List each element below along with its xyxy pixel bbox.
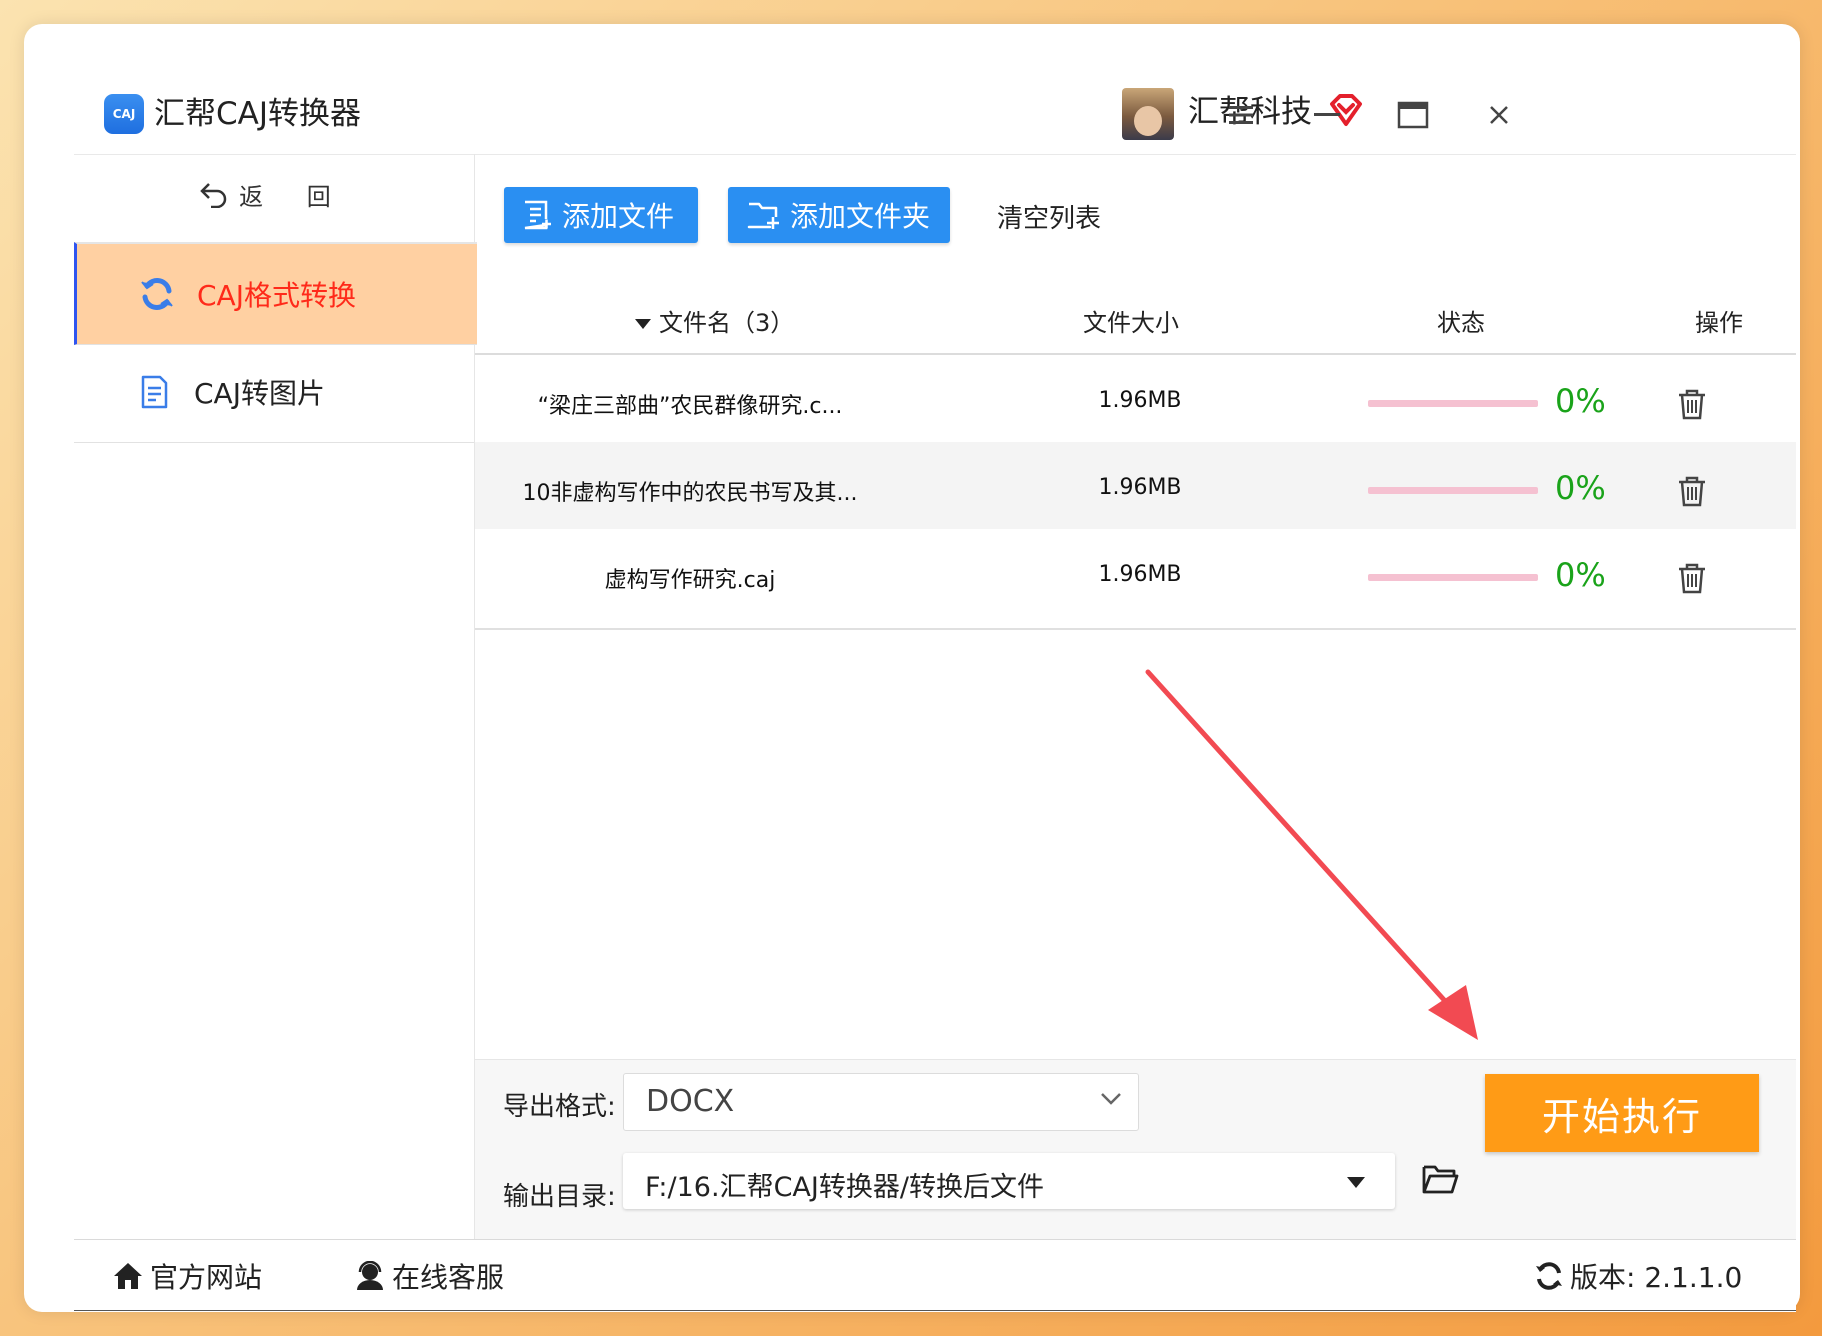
menu-icon	[1229, 106, 1253, 124]
title-bar: CAJ 汇帮CAJ转换器 汇帮科技	[74, 74, 1796, 155]
trash-icon[interactable]	[1675, 561, 1709, 595]
close-button[interactable]	[1476, 92, 1522, 138]
customer-service-icon	[357, 1261, 383, 1290]
progress-bar	[1368, 487, 1538, 494]
maximize-icon	[1397, 101, 1429, 129]
file-size: 1.96MB	[1098, 388, 1182, 413]
settings-panel: 导出格式: DOCX 输出目录: F:/16.汇帮CAJ转换器/转换后文件 开始…	[475, 1059, 1796, 1240]
add-file-button[interactable]: 添加文件	[504, 187, 698, 243]
folder-open-icon[interactable]	[1421, 1162, 1459, 1196]
progress-percent: 0%	[1555, 382, 1606, 420]
column-header-name-label: 文件名（3）	[659, 309, 795, 337]
file-name: 10非虚构写作中的农民书写及其...	[522, 481, 858, 506]
refresh-convert-icon	[141, 278, 173, 310]
version-label: 版本: 2.1.1.0	[1570, 1261, 1743, 1294]
output-directory-value: F:/16.汇帮CAJ转换器/转换后文件	[645, 1172, 1044, 1203]
minimize-button[interactable]	[1304, 92, 1350, 138]
trash-icon[interactable]	[1675, 474, 1709, 508]
version-info[interactable]: 版本: 2.1.1.0	[1534, 1256, 1742, 1296]
home-icon	[114, 1263, 142, 1289]
back-button[interactable]: 返 回	[74, 154, 474, 234]
user-avatar[interactable]	[1122, 88, 1174, 140]
add-folder-button[interactable]: 添加文件夹	[728, 187, 950, 243]
column-header-status: 状态	[1437, 309, 1485, 337]
online-service-link[interactable]: 在线客服	[354, 1256, 504, 1296]
progress-percent: 0%	[1555, 556, 1606, 594]
file-size: 1.96MB	[1098, 562, 1182, 587]
column-header-size: 文件大小	[1083, 309, 1179, 337]
refresh-icon	[1536, 1262, 1562, 1290]
app-title: 汇帮CAJ转换器	[154, 96, 361, 132]
file-size: 1.96MB	[1098, 475, 1182, 500]
dropdown-arrow-icon	[1347, 1177, 1365, 1188]
format-value: DOCX	[646, 1084, 735, 1119]
menu-button[interactable]	[1218, 92, 1264, 138]
sidebar-item-caj-format[interactable]: CAJ格式转换	[74, 242, 477, 345]
column-header-operation: 操作	[1695, 309, 1743, 337]
sort-down-icon	[635, 319, 651, 329]
caj-logo-icon: CAJ	[104, 94, 144, 134]
window-frame: CAJ 汇帮CAJ转换器 汇帮科技 返 回 CAJ格式转换 CAJ转图片 添加文…	[24, 24, 1800, 1312]
official-site-label: 官方网站	[150, 1261, 263, 1294]
minimize-icon	[1314, 113, 1340, 116]
sidebar-item-caj-image[interactable]: CAJ转图片	[74, 342, 474, 443]
official-site-link[interactable]: 官方网站	[112, 1256, 262, 1296]
progress-percent: 0%	[1555, 469, 1606, 507]
app-window: CAJ 汇帮CAJ转换器 汇帮科技 返 回 CAJ格式转换 CAJ转图片 添加文…	[74, 74, 1796, 1312]
add-folder-icon	[747, 202, 779, 229]
chevron-down-icon	[1101, 1093, 1121, 1105]
sidebar-item-label: CAJ转图片	[194, 377, 325, 410]
clear-list-button[interactable]: 清空列表	[997, 198, 1101, 235]
format-select[interactable]: DOCX	[623, 1073, 1139, 1131]
table-row[interactable]: 10非虚构写作中的农民书写及其... 1.96MB 0%	[475, 442, 1796, 543]
progress-bar	[1368, 574, 1538, 581]
trash-icon[interactable]	[1675, 387, 1709, 421]
format-label: 导出格式:	[503, 1092, 616, 1122]
file-name: “梁庄三部曲”农民群像研究.c...	[537, 394, 843, 419]
online-service-label: 在线客服	[392, 1261, 505, 1294]
output-label: 输出目录:	[503, 1182, 616, 1212]
output-directory-select[interactable]: F:/16.汇帮CAJ转换器/转换后文件	[623, 1153, 1395, 1209]
column-header-name[interactable]: 文件名（3）	[635, 303, 794, 338]
maximize-button[interactable]	[1390, 92, 1436, 138]
sidebar: 返 回 CAJ格式转换 CAJ转图片	[74, 154, 477, 1239]
document-icon	[141, 375, 168, 409]
main-content: 添加文件 添加文件夹 清空列表 文件名（3） 文件大小 状态 操作 “梁庄三部曲…	[475, 154, 1796, 1240]
sidebar-item-label: CAJ格式转换	[197, 279, 356, 312]
back-label: 返 回	[239, 182, 349, 211]
footer: 官方网站 在线客服 版本: 2.1.1.0	[74, 1239, 1796, 1311]
table-header: 文件名（3） 文件大小 状态 操作	[475, 281, 1796, 355]
progress-bar	[1368, 400, 1538, 407]
close-icon	[1490, 106, 1508, 124]
table-row[interactable]: 虚构写作研究.caj 1.96MB 0%	[475, 529, 1796, 630]
back-arrow-icon	[200, 183, 227, 208]
add-folder-label: 添加文件夹	[790, 200, 931, 233]
start-button[interactable]: 开始执行	[1485, 1074, 1759, 1152]
table-row[interactable]: “梁庄三部曲”农民群像研究.c... 1.96MB 0%	[475, 355, 1796, 456]
add-file-icon	[524, 200, 551, 230]
add-file-label: 添加文件	[562, 200, 675, 233]
file-name: 虚构写作研究.caj	[604, 568, 776, 593]
